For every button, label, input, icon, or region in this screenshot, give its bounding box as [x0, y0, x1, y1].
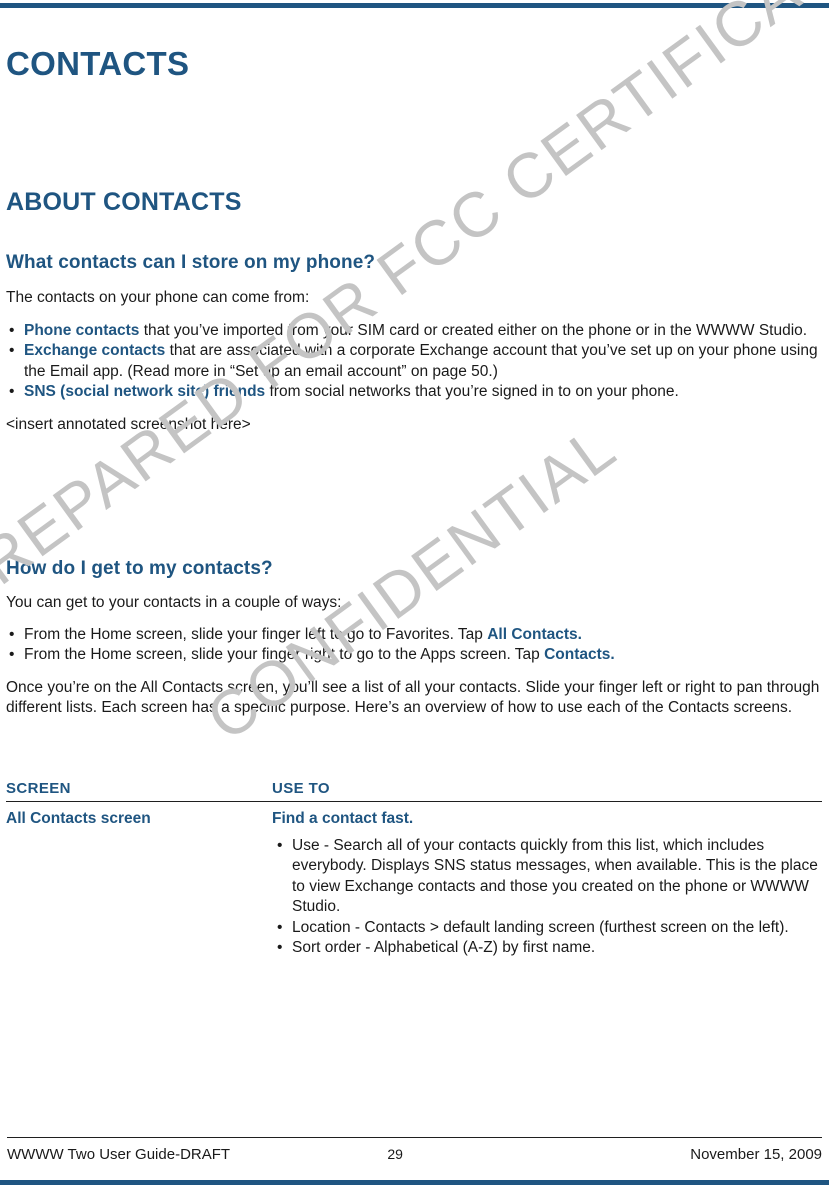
chapter-title: CONTACTS [6, 45, 190, 82]
footer-page-number: 29 [387, 1146, 403, 1162]
page-bottom-rule [0, 1180, 829, 1185]
list-use-to-details: Use - Search all of your contacts quickl… [272, 836, 824, 959]
footer-rule [7, 1137, 822, 1138]
table-cell-screen: All Contacts screen [6, 809, 272, 959]
table-row: All Contacts screen Find a contact fast.… [6, 802, 824, 959]
list-item-text: that you’ve imported from your SIM card … [139, 321, 808, 339]
list-item-text: from social networks that you’re signed … [265, 383, 679, 400]
table-header-screen: SCREEN [6, 780, 71, 797]
subsection-what-contacts: What contacts can I store on my phone? T… [6, 252, 824, 435]
table-header-row: SCREEN USE TO [6, 780, 824, 801]
page-top-rule [0, 3, 829, 8]
list-item-trail: Contacts. [544, 646, 615, 663]
list-item: Sort order - Alphabetical (A-Z) by first… [272, 938, 824, 959]
page-footer: WWWW Two User Guide-DRAFT 29 November 15… [7, 1146, 822, 1163]
placeholder-screenshot-note: <insert annotated screenshot here> [6, 415, 251, 433]
list-item-text: From the Home screen, slide your finger … [24, 625, 488, 643]
list-navigation-ways: From the Home screen, slide your finger … [6, 625, 824, 666]
list-item-lead: SNS (social network site) friends [24, 383, 266, 400]
list-item: Location - Contacts > default landing sc… [272, 918, 824, 939]
subsection-heading-what-contacts: What contacts can I store on my phone? [6, 252, 376, 273]
list-item: From the Home screen, slide your finger … [6, 645, 824, 666]
list-item: Phone contacts that you’ve imported from… [6, 321, 824, 342]
list-item-lead: Exchange contacts [24, 342, 166, 359]
paragraph-contacts-intro: The contacts on your phone can come from… [6, 289, 310, 306]
section-heading-about-contacts: ABOUT CONTACTS [6, 188, 242, 216]
table-cell-use-to-title: Find a contact fast. [272, 810, 414, 827]
list-item-text: From the Home screen, slide your finger … [24, 646, 545, 663]
paragraph-all-contacts-overview: Once you’re on the All Contacts screen, … [6, 678, 820, 717]
subsection-heading-how-do-i-get: How do I get to my contacts? [6, 558, 273, 579]
table-header-use-to: USE TO [272, 780, 330, 797]
list-item-lead: Phone contacts [24, 321, 140, 339]
list-item: Use - Search all of your contacts quickl… [272, 836, 824, 918]
footer-date: November 15, 2009 [690, 1146, 822, 1163]
paragraph-ways-intro: You can get to your contacts in a couple… [6, 594, 342, 611]
table-cell-use-to: Find a contact fast. Use - Search all of… [272, 809, 824, 959]
list-item-trail: All Contacts. [487, 625, 582, 643]
list-item: SNS (social network site) friends from s… [6, 382, 824, 403]
footer-guide-title: WWWW Two User Guide-DRAFT [7, 1146, 231, 1163]
document-page: PREPARED FOR FCC CERTIFICATION CONFIDENT… [0, 0, 829, 1188]
list-contact-sources: Phone contacts that you’ve imported from… [6, 321, 824, 403]
list-item: From the Home screen, slide your finger … [6, 625, 824, 646]
subsection-how-do-i-get: How do I get to my contacts? You can get… [6, 558, 824, 719]
screens-overview-table: SCREEN USE TO All Contacts screen Find a… [6, 780, 824, 959]
list-item: Exchange contacts that are associated wi… [6, 341, 824, 382]
table-cell-screen-label: All Contacts screen [6, 810, 151, 827]
